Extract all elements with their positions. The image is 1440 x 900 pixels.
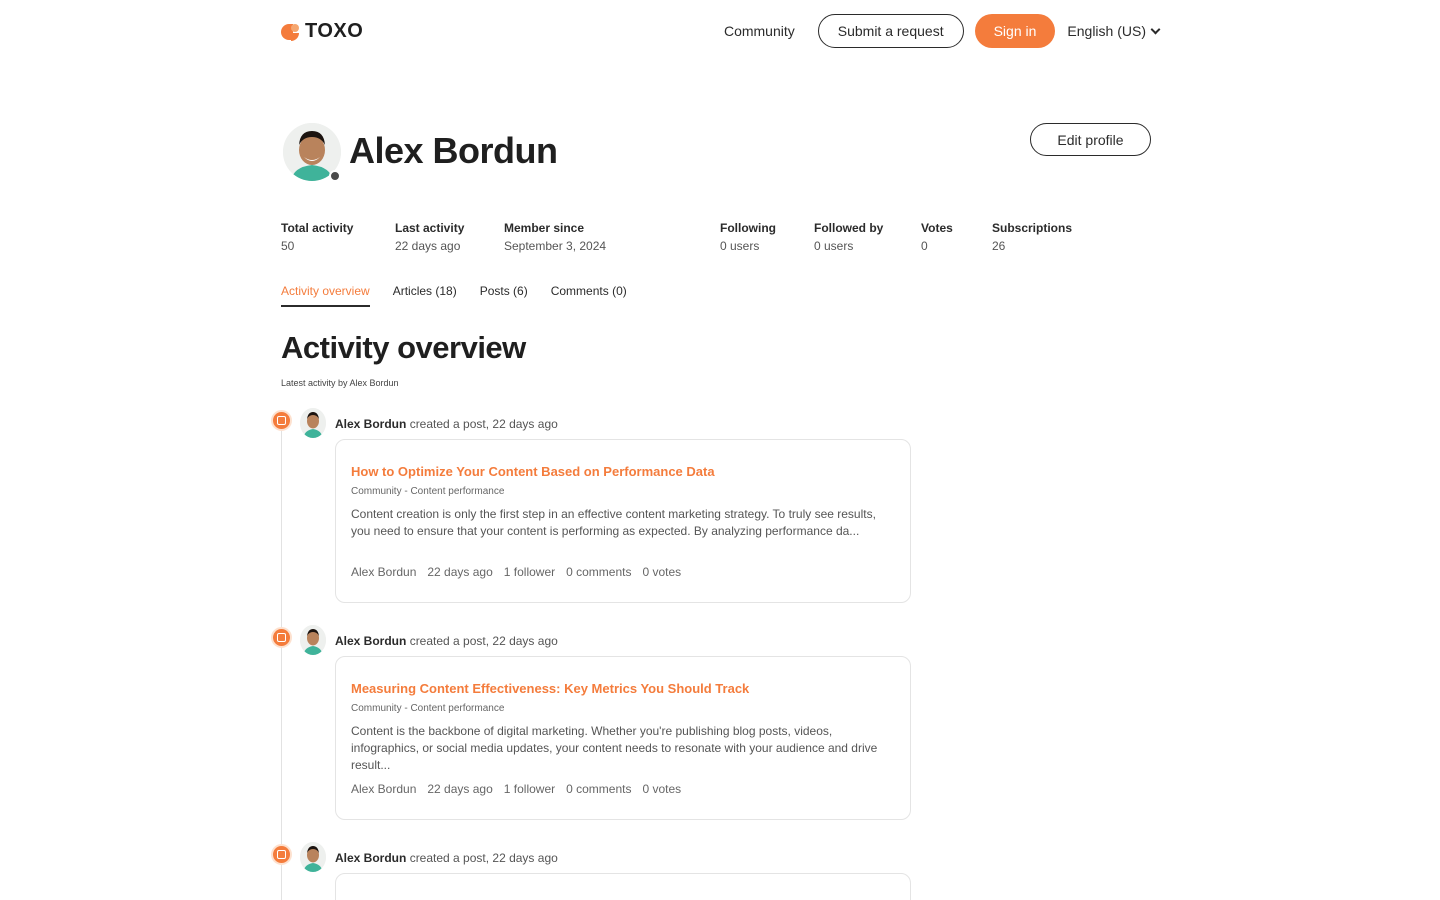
stat-member-since: Member since September 3, 2024 xyxy=(504,221,606,253)
submit-request-button[interactable]: Submit a request xyxy=(817,14,964,48)
post-icon xyxy=(271,410,292,431)
language-label: English (US) xyxy=(1067,23,1146,39)
stat-value: 0 users xyxy=(720,239,760,253)
activity-author-link[interactable]: Alex Bordun xyxy=(335,417,406,431)
meta-comments: 0 comments xyxy=(566,782,632,796)
site-header: TOXO Community Submit a request Sign in … xyxy=(0,0,1440,62)
stat-label: Subscriptions xyxy=(992,221,1073,235)
meta-votes: 0 votes xyxy=(642,782,682,796)
sign-in-button[interactable]: Sign in xyxy=(974,14,1056,48)
activity-avatar xyxy=(300,408,326,438)
stat-value: 0 xyxy=(921,239,928,253)
user-badge-icon xyxy=(329,170,341,182)
activity-summary: Alex Bordun created a post, 22 days ago xyxy=(335,851,558,865)
meta-time: 22 days ago xyxy=(427,782,493,796)
post-icon xyxy=(271,627,292,648)
nav-community-link[interactable]: Community xyxy=(724,23,795,39)
post-title-link[interactable]: How to Optimize Your Content Based on Pe… xyxy=(351,464,715,479)
activity-summary: Alex Bordun created a post, 22 days ago xyxy=(335,417,558,431)
stat-subscriptions[interactable]: Subscriptions 26 xyxy=(992,221,1072,253)
stat-votes: Votes 0 xyxy=(921,221,953,253)
post-card: Measuring Content Effectiveness: Key Met… xyxy=(335,656,911,820)
post-excerpt: Content is the backbone of digital marke… xyxy=(351,724,878,772)
language-selector[interactable]: English (US) xyxy=(1067,23,1161,39)
stat-label: Votes xyxy=(921,221,953,235)
stat-value: 50 xyxy=(281,239,295,253)
activity-author-link[interactable]: Alex Bordun xyxy=(335,851,406,865)
tab-articles[interactable]: Articles (18) xyxy=(393,284,457,307)
top-nav: Community Submit a request Sign in Engli… xyxy=(724,14,1161,48)
activity-author-link[interactable]: Alex Bordun xyxy=(335,634,406,648)
meta-author: Alex Bordun xyxy=(351,782,417,796)
profile-tabs: Activity overview Articles (18) Posts (6… xyxy=(281,284,627,307)
section-subtitle: Latest activity by Alex Bordun xyxy=(281,378,399,388)
stat-label: Total activity xyxy=(281,221,354,235)
timeline-line xyxy=(281,420,282,900)
activity-avatar xyxy=(300,625,326,655)
stat-value: 0 users xyxy=(814,239,854,253)
tab-posts[interactable]: Posts (6) xyxy=(480,284,528,307)
stat-value: September 3, 2024 xyxy=(504,239,607,253)
meta-followers: 1 follower xyxy=(503,782,556,796)
logo-icon xyxy=(281,22,301,42)
stat-followed-by[interactable]: Followed by 0 users xyxy=(814,221,883,253)
logo[interactable]: TOXO xyxy=(281,20,363,43)
meta-time: 22 days ago xyxy=(427,565,493,579)
post-excerpt: Content creation is only the first step … xyxy=(351,507,876,538)
logo-text: TOXO xyxy=(305,20,364,42)
post-card: How to Optimize Your Content Based on Pe… xyxy=(335,439,911,603)
stat-label: Followed by xyxy=(814,221,884,235)
stat-label: Following xyxy=(720,221,776,235)
post-title-link[interactable]: Measuring Content Effectiveness: Key Met… xyxy=(351,681,749,696)
stat-following[interactable]: Following 0 users xyxy=(720,221,776,253)
post-card xyxy=(335,873,911,900)
chevron-down-icon xyxy=(1150,24,1161,34)
post-category[interactable]: Community - Content performance xyxy=(351,703,504,714)
stat-value: 22 days ago xyxy=(395,239,461,253)
activity-action: created a post, 22 days ago xyxy=(409,634,558,648)
section-title: Activity overview xyxy=(281,330,526,365)
profile-name: Alex Bordun xyxy=(349,130,558,171)
activity-avatar xyxy=(300,842,326,872)
stat-value: 26 xyxy=(992,239,1006,253)
activity-summary: Alex Bordun created a post, 22 days ago xyxy=(335,634,558,648)
meta-votes: 0 votes xyxy=(642,565,682,579)
stat-label: Member since xyxy=(504,221,585,235)
stat-last-activity: Last activity 22 days ago xyxy=(395,221,464,253)
activity-action: created a post, 22 days ago xyxy=(409,851,558,865)
post-meta: Alex Bordun 22 days ago 1 follower 0 com… xyxy=(351,565,681,579)
stat-label: Last activity xyxy=(395,221,465,235)
post-category[interactable]: Community - Content performance xyxy=(351,486,504,497)
activity-action: created a post, 22 days ago xyxy=(409,417,558,431)
meta-comments: 0 comments xyxy=(566,565,632,579)
meta-author: Alex Bordun xyxy=(351,565,417,579)
meta-followers: 1 follower xyxy=(503,565,556,579)
tab-activity-overview[interactable]: Activity overview xyxy=(281,284,370,307)
post-icon xyxy=(271,844,292,865)
tab-comments[interactable]: Comments (0) xyxy=(551,284,627,307)
post-meta: Alex Bordun 22 days ago 1 follower 0 com… xyxy=(351,782,681,796)
edit-profile-button[interactable]: Edit profile xyxy=(1030,123,1151,156)
stat-total-activity: Total activity 50 xyxy=(281,221,353,253)
